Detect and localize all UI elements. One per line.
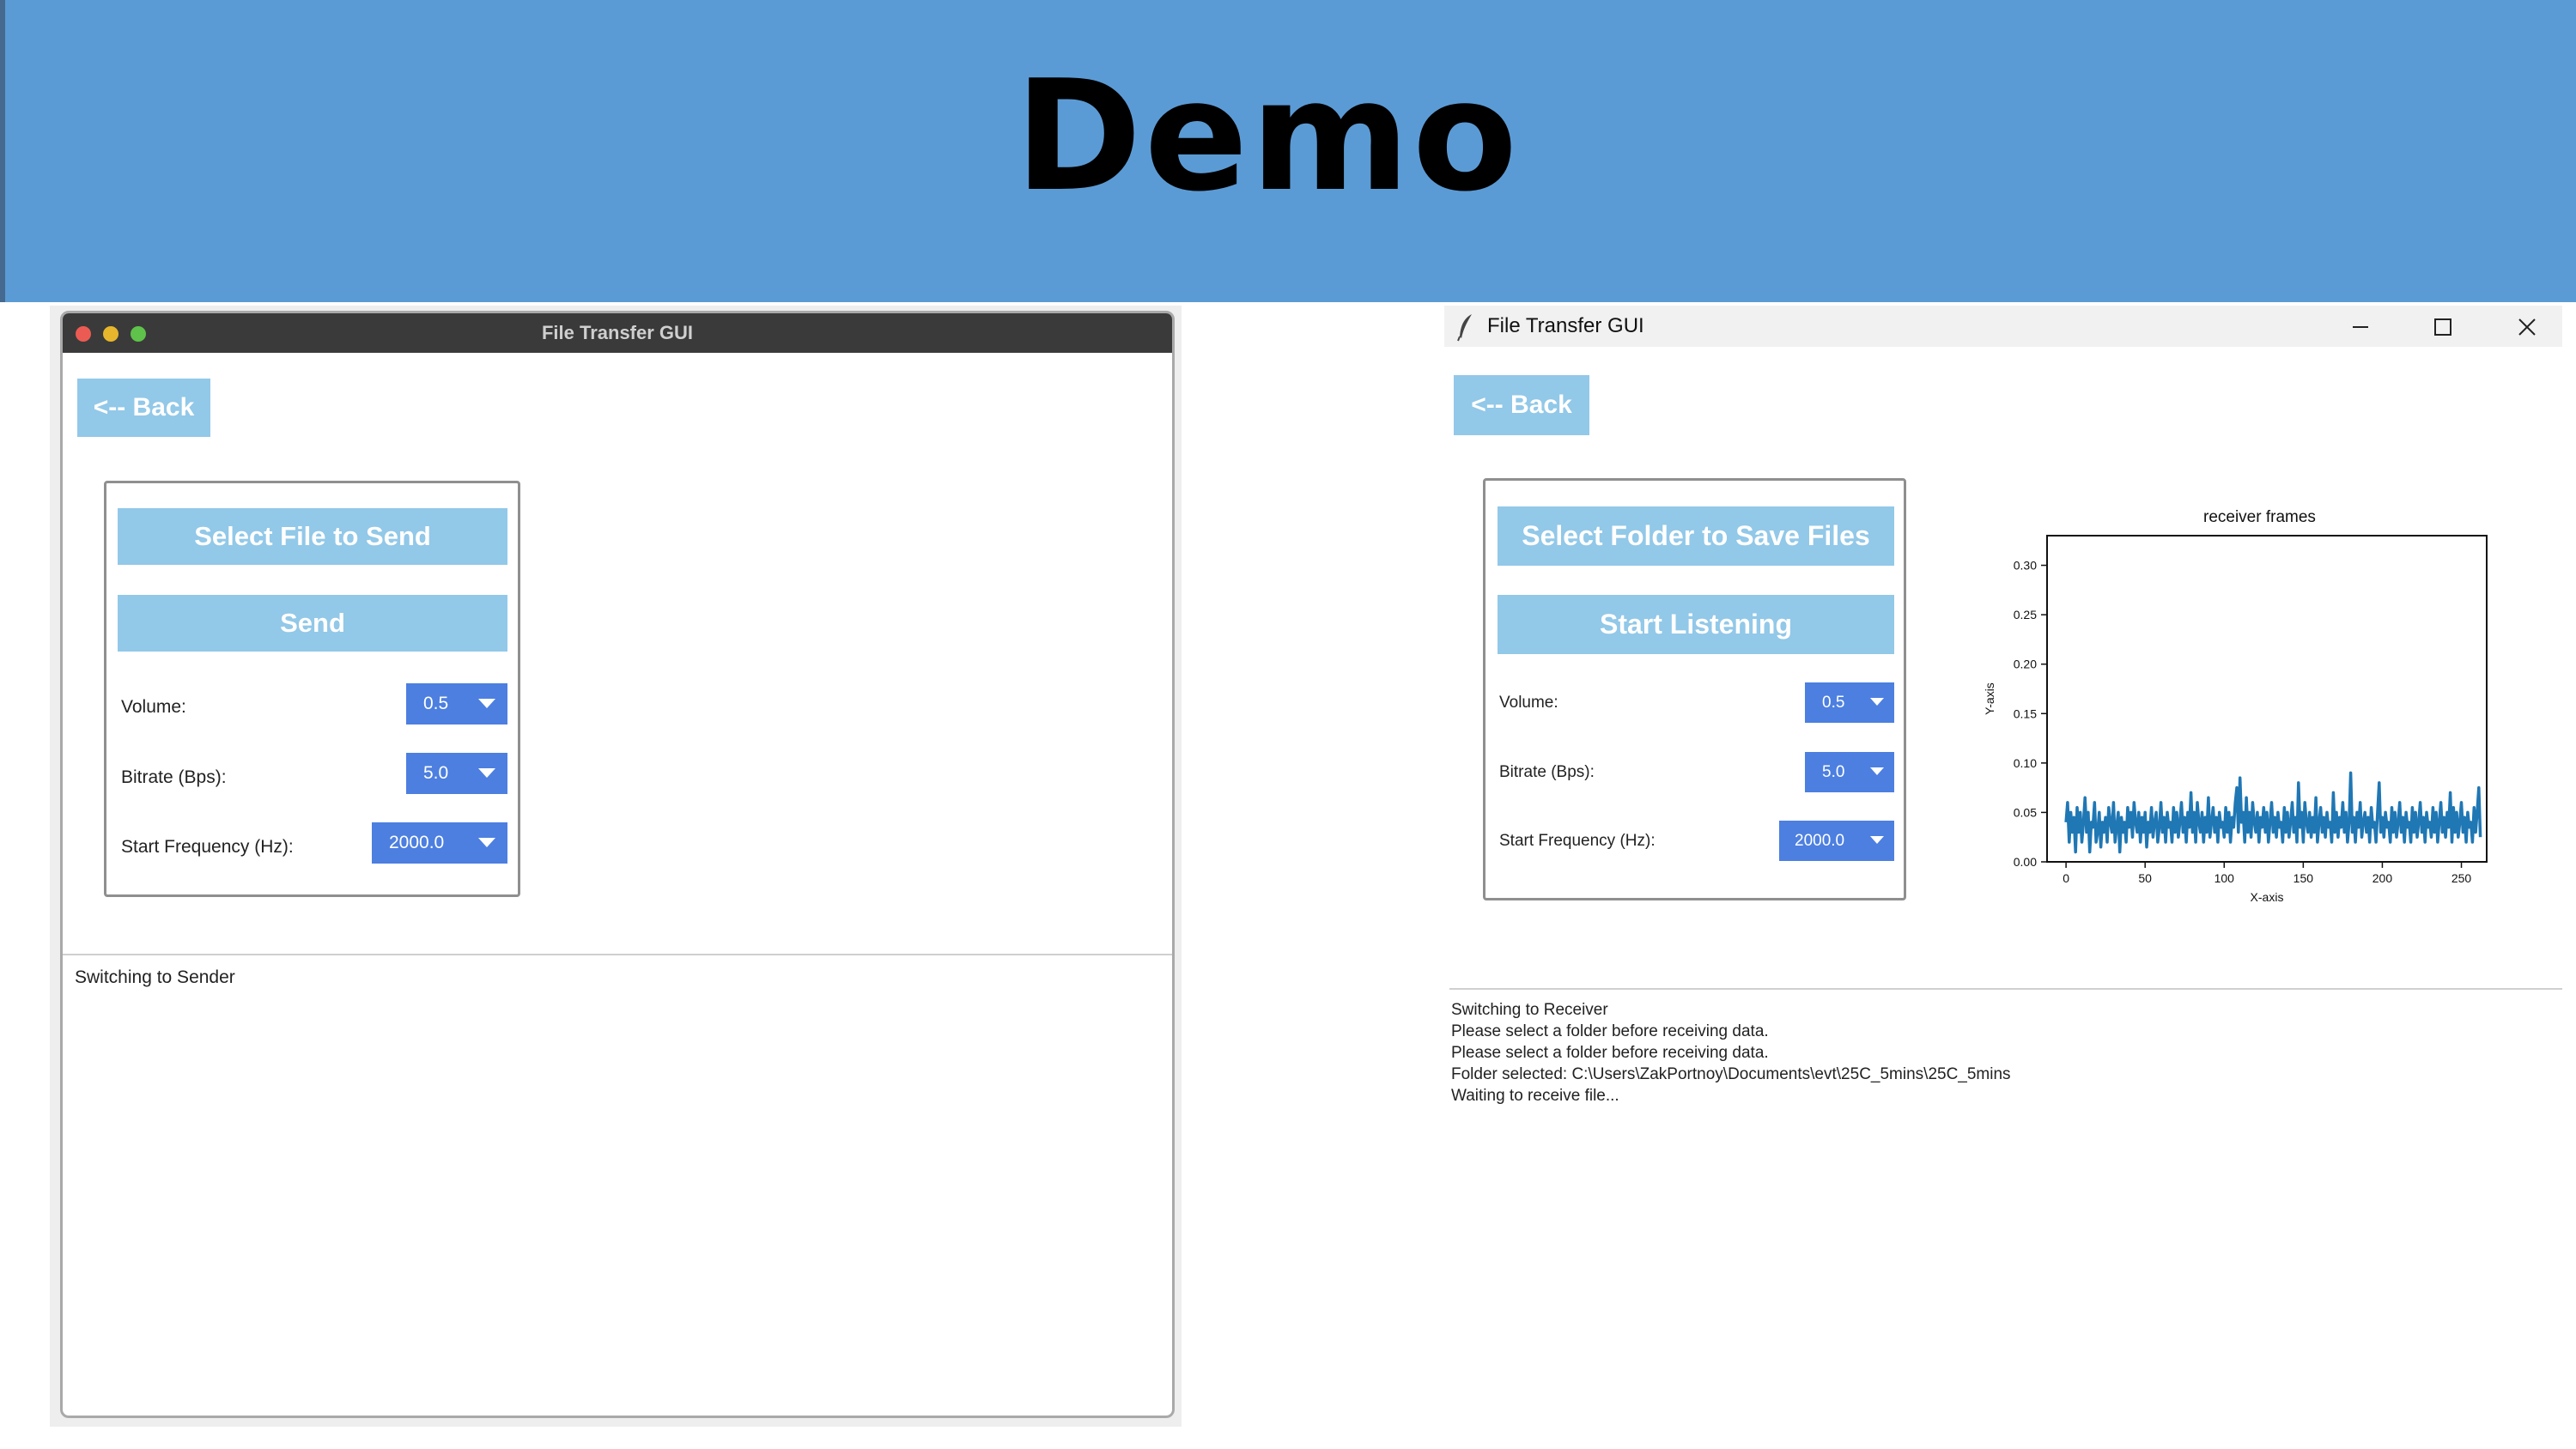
chevron-down-icon	[1870, 698, 1884, 706]
receiver-bitrate-label: Bitrate (Bps):	[1499, 763, 1595, 781]
receiver-back-button[interactable]: <-- Back	[1454, 375, 1589, 435]
sender-frequency-label: Start Frequency (Hz):	[121, 837, 294, 857]
receiver-volume-dropdown[interactable]: 0.5	[1805, 682, 1894, 723]
receiver-window-title: File Transfer GUI	[1487, 314, 1644, 337]
feather-icon	[1457, 314, 1472, 342]
y-tick-label: 0.30	[2014, 559, 2037, 573]
receiver-frequency-label: Start Frequency (Hz):	[1499, 832, 1656, 850]
sender-frequency-dropdown[interactable]: 2000.0	[372, 822, 507, 864]
receiver-log-line: Switching to Receiver	[1451, 1001, 1608, 1019]
chevron-down-icon	[478, 768, 495, 778]
y-axis-label: Y-axis	[1983, 682, 1996, 715]
dropdown-value: 0.5	[423, 694, 449, 713]
sender-volume-dropdown[interactable]: 0.5	[406, 683, 507, 724]
x-tick-label: 200	[2372, 871, 2393, 885]
x-tick-label: 50	[2138, 871, 2152, 885]
receiver-frequency-dropdown[interactable]: 2000.0	[1779, 821, 1894, 861]
sender-titlebar: File Transfer GUI	[63, 313, 1172, 353]
x-tick-label: 150	[2293, 871, 2314, 885]
x-axis-label: X-axis	[2251, 890, 2284, 904]
close-icon[interactable]	[2512, 312, 2542, 342]
sender-log-separator	[63, 954, 1172, 955]
receiver-volume-label: Volume:	[1499, 694, 1558, 712]
y-tick-label: 0.15	[2014, 706, 2037, 720]
receiver-frames-chart: 0 50 100 150 200 250 0.00 0.05 0.10 0.15 0.20 0.25 0…	[1983, 535, 2488, 904]
receiver-log-line: Please select a folder before receiving …	[1451, 1044, 1769, 1062]
sender-volume-label: Volume:	[121, 697, 186, 717]
receiver-log-line: Folder selected: C:\Users\ZakPortnoy\Doc…	[1451, 1065, 2011, 1083]
dropdown-value: 2000.0	[1795, 831, 1845, 850]
chevron-down-icon	[1870, 767, 1884, 775]
receiver-titlebar: File Transfer GUI	[1444, 306, 2562, 347]
y-tick-label: 0.10	[2014, 756, 2037, 770]
dropdown-value: 5.0	[1822, 762, 1845, 781]
banner-title: Demo	[1014, 47, 1521, 225]
dropdown-value: 2000.0	[389, 833, 445, 852]
y-tick-label: 0.20	[2014, 658, 2037, 671]
receiver-log-separator	[1449, 988, 2562, 990]
dropdown-value: 5.0	[423, 763, 449, 783]
sender-window: File Transfer GUI <-- Back Select File t…	[60, 311, 1175, 1418]
maximize-icon[interactable]	[2428, 312, 2458, 342]
receiver-control-panel: Select Folder to Save Files Start Listen…	[1483, 478, 1906, 900]
y-tick-label: 0.00	[2014, 855, 2037, 869]
chevron-down-icon	[1870, 836, 1884, 844]
dropdown-value: 0.5	[1822, 693, 1845, 712]
x-tick-label: 100	[2215, 871, 2235, 885]
start-listening-button[interactable]: Start Listening	[1498, 595, 1894, 654]
sender-log-line: Switching to Sender	[75, 967, 235, 987]
minimize-icon[interactable]	[2346, 312, 2375, 342]
sender-bitrate-label: Bitrate (Bps):	[121, 767, 227, 787]
receiver-log-line: Please select a folder before receiving …	[1451, 1022, 1769, 1040]
receiver-bitrate-dropdown[interactable]: 5.0	[1805, 752, 1894, 792]
sender-control-panel: Select File to Send Send Volume: 0.5 Bit…	[104, 481, 520, 897]
sender-back-button[interactable]: <-- Back	[77, 379, 210, 437]
sender-bitrate-dropdown[interactable]: 5.0	[406, 753, 507, 794]
select-file-button[interactable]: Select File to Send	[118, 508, 507, 565]
y-tick-label: 0.25	[2014, 608, 2037, 621]
x-tick-label: 250	[2451, 871, 2472, 885]
x-tick-label: 0	[2063, 871, 2069, 885]
sender-window-title: File Transfer GUI	[541, 322, 694, 343]
y-tick-label: 0.05	[2014, 805, 2037, 819]
chevron-down-icon	[478, 699, 495, 708]
receiver-log-line: Waiting to receive file...	[1451, 1087, 1619, 1105]
header-banner: Demo	[0, 0, 2576, 302]
send-button[interactable]: Send	[118, 595, 507, 652]
select-folder-button[interactable]: Select Folder to Save Files	[1498, 506, 1894, 566]
chevron-down-icon	[478, 838, 495, 847]
